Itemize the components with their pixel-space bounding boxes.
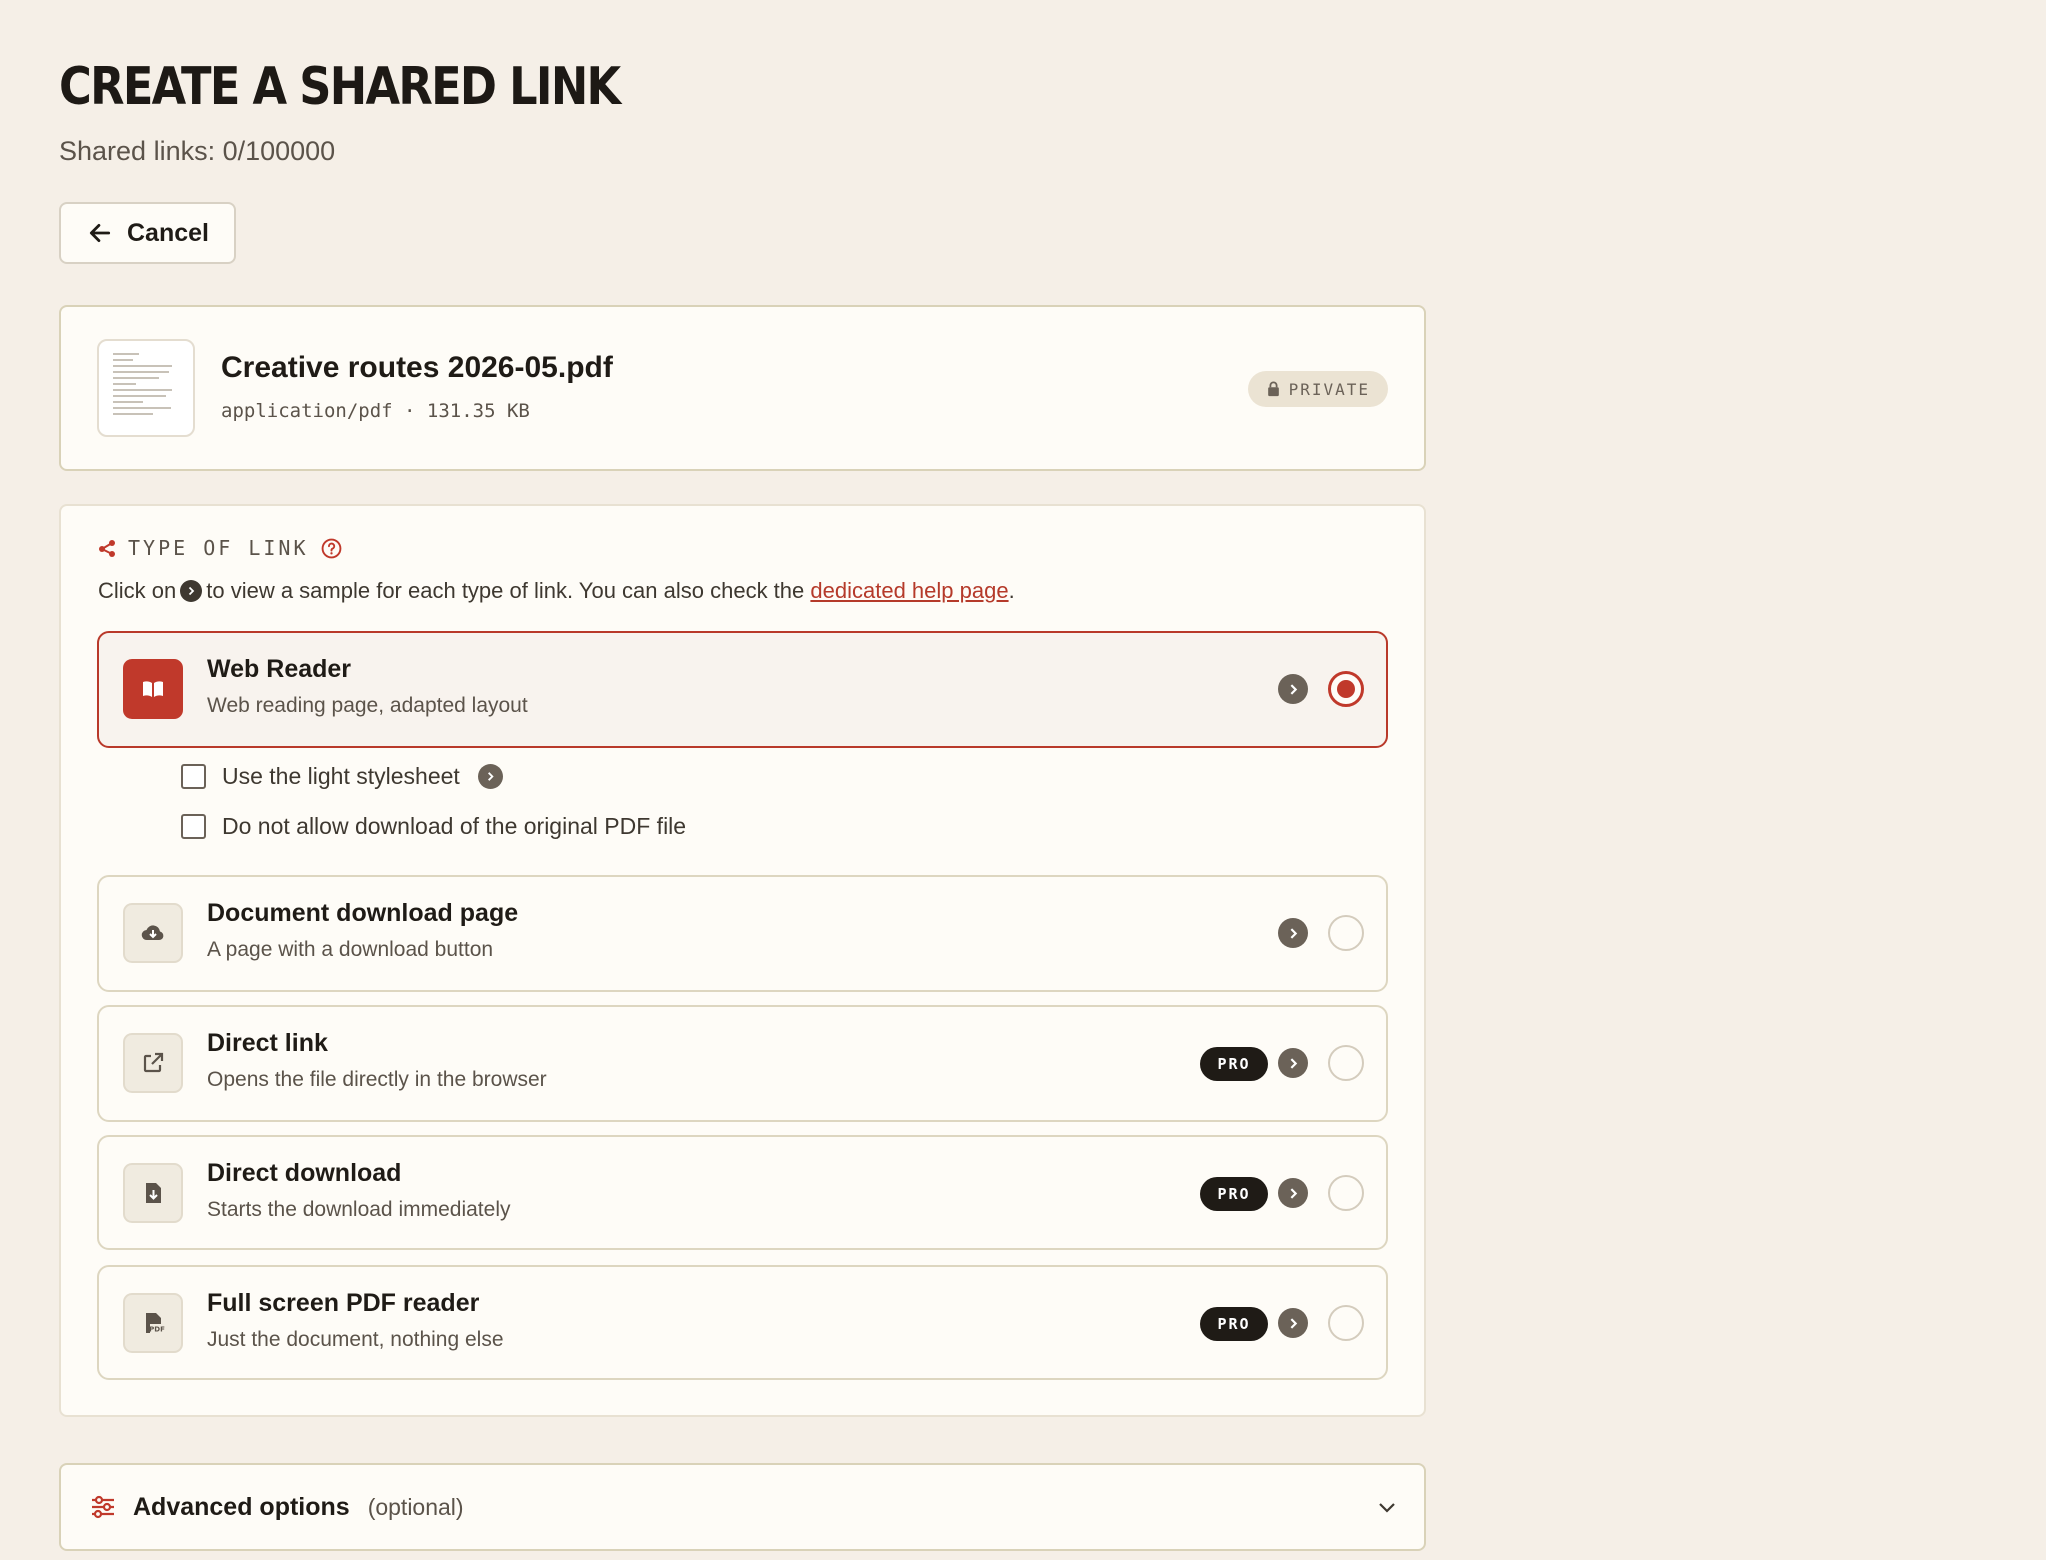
no-download-checkbox[interactable]: [181, 814, 206, 839]
option-radio[interactable]: [1328, 1305, 1364, 1341]
link-option-download-page[interactable]: Document download page A page with a dow…: [97, 875, 1388, 992]
arrow-left-icon: [89, 224, 111, 242]
cancel-label: Cancel: [127, 218, 209, 247]
no-download-label: Do not allow download of the original PD…: [222, 813, 687, 839]
private-badge: PRIVATE: [1247, 371, 1388, 407]
pro-badge: PRO: [1200, 1047, 1268, 1081]
preview-chevron-icon[interactable]: [1278, 1048, 1308, 1078]
option-subtitle: Starts the download immediately: [207, 1198, 511, 1221]
link-option-direct-link[interactable]: Direct link Opens the file directly in t…: [97, 1005, 1388, 1122]
option-subtitle: A page with a download button: [207, 938, 494, 961]
preview-chevron-icon[interactable]: [1278, 674, 1308, 704]
sliders-icon: [92, 1495, 114, 1519]
option-subtitle: Opens the file directly in the browser: [207, 1068, 547, 1091]
chevron-right-icon: [180, 580, 203, 602]
link-option-direct-download[interactable]: Direct download Starts the download imme…: [97, 1135, 1388, 1250]
preview-chevron-icon[interactable]: [477, 764, 503, 789]
link-type-card: TYPE OF LINK Click on to view a sample f…: [59, 504, 1426, 1417]
option-title: Direct download: [207, 1159, 402, 1187]
option-radio[interactable]: [1328, 1175, 1364, 1211]
private-label: PRIVATE: [1288, 379, 1370, 399]
lock-icon: [1267, 381, 1279, 397]
light-stylesheet-label: Use the light stylesheet: [222, 763, 460, 789]
pdf-file-icon: PDF: [123, 1293, 183, 1353]
advanced-options-optional: (optional): [367, 1493, 464, 1520]
page-title: CREATE A SHARED LINK: [59, 57, 621, 117]
link-option-fullscreen-pdf[interactable]: PDF Full screen PDF reader Just the docu…: [97, 1265, 1388, 1380]
shared-links-counter: Shared links: 0/100000: [59, 136, 336, 166]
preview-chevron-icon[interactable]: [1278, 1178, 1308, 1208]
file-download-icon: [123, 1163, 183, 1223]
light-stylesheet-option[interactable]: Use the light stylesheet: [181, 763, 503, 790]
help-page-link[interactable]: dedicated help page: [810, 578, 1008, 604]
file-thumbnail: [97, 339, 195, 437]
file-card: Creative routes 2026-05.pdf application/…: [59, 305, 1426, 471]
option-radio[interactable]: [1328, 915, 1364, 951]
link-type-help: Click on to view a sample for each type …: [98, 578, 1015, 604]
external-link-icon: [123, 1033, 183, 1093]
link-type-heading: TYPE OF LINK: [98, 536, 342, 560]
option-title: Document download page: [207, 899, 519, 927]
chevron-down-icon: [1379, 1503, 1395, 1513]
cloud-download-icon: [123, 903, 183, 963]
help-circle-icon[interactable]: [321, 538, 342, 559]
share-icon: [99, 540, 115, 557]
option-subtitle: Web reading page, adapted layout: [207, 694, 528, 717]
book-icon: [123, 659, 183, 719]
option-title: Web Reader: [207, 655, 352, 683]
pro-badge: PRO: [1200, 1177, 1268, 1211]
svg-text:PDF: PDF: [149, 1326, 165, 1334]
light-stylesheet-checkbox[interactable]: [181, 764, 206, 789]
preview-chevron-icon[interactable]: [1278, 1308, 1308, 1338]
option-radio[interactable]: [1328, 671, 1364, 707]
option-title: Direct link: [207, 1029, 328, 1057]
cancel-button[interactable]: Cancel: [59, 202, 236, 264]
advanced-options-toggle[interactable]: Advanced options (optional): [59, 1463, 1426, 1551]
option-subtitle: Just the document, nothing else: [207, 1328, 504, 1351]
link-option-web-reader[interactable]: Web Reader Web reading page, adapted lay…: [97, 631, 1388, 748]
option-radio[interactable]: [1328, 1045, 1364, 1081]
preview-chevron-icon[interactable]: [1278, 918, 1308, 948]
link-type-label: TYPE OF LINK: [128, 536, 309, 560]
no-download-option[interactable]: Do not allow download of the original PD…: [181, 813, 686, 840]
advanced-options-label: Advanced options: [133, 1492, 350, 1521]
file-name: Creative routes 2026-05.pdf: [221, 351, 613, 384]
pro-badge: PRO: [1200, 1307, 1268, 1341]
file-meta: application/pdf · 131.35 KB: [221, 400, 530, 422]
option-title: Full screen PDF reader: [207, 1289, 480, 1317]
